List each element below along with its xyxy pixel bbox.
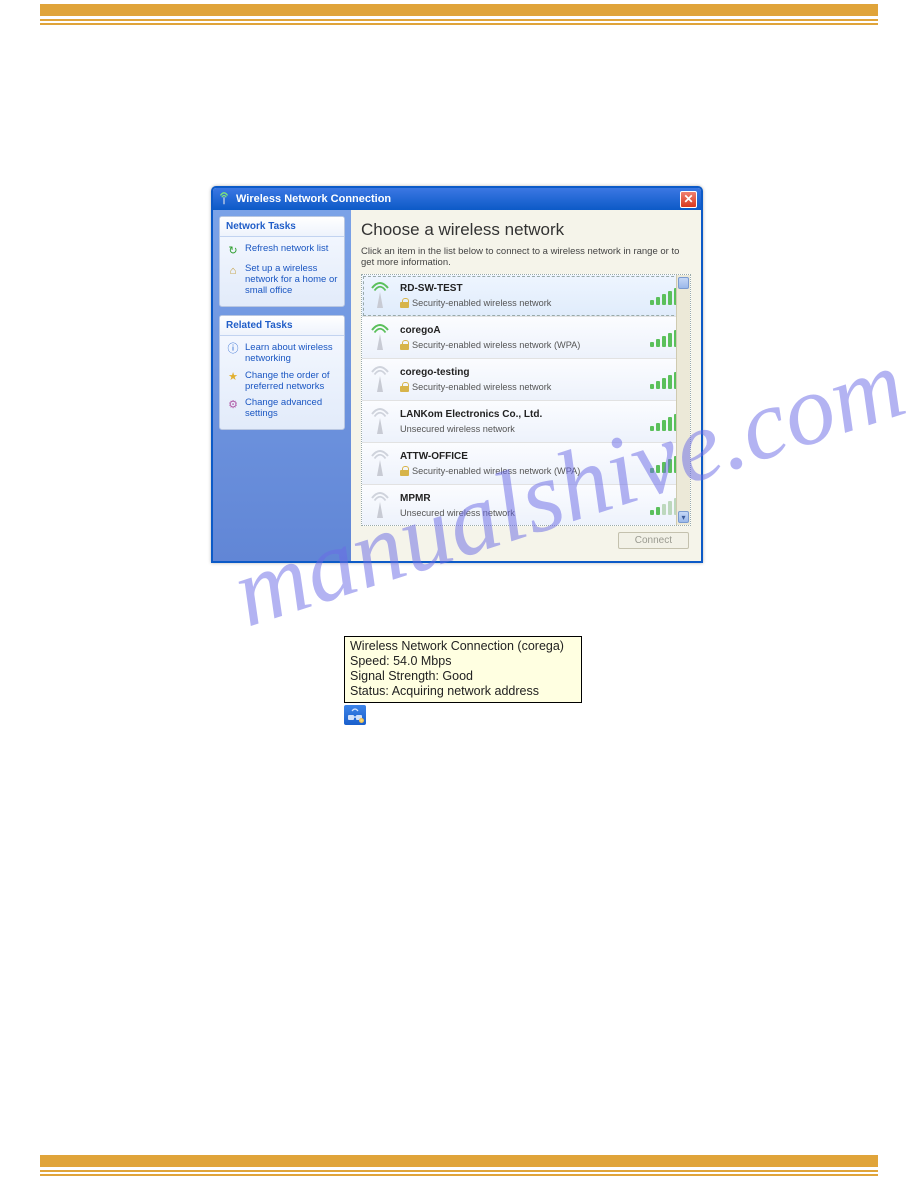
network-security: Security-enabled wireless network — [412, 382, 551, 392]
titlebar[interactable]: Wireless Network Connection ✕ — [213, 188, 701, 210]
scroll-down-button[interactable]: ▾ — [678, 511, 689, 523]
bottom-rule — [40, 1170, 878, 1176]
main-subtext: Click an item in the list below to conne… — [361, 246, 691, 268]
antenna-icon — [366, 281, 394, 311]
task-label: Refresh network list — [245, 244, 328, 258]
change-order-link[interactable]: ★ Change the order of preferred networks — [224, 368, 340, 396]
panel-header-related-tasks: Related Tasks — [220, 316, 344, 336]
task-label: Learn about wireless networking — [245, 343, 338, 365]
wireless-window: Wireless Network Connection ✕ Network Ta… — [211, 186, 703, 563]
top-bar — [40, 4, 878, 16]
antenna-icon — [366, 491, 394, 521]
network-item[interactable]: coregoA Security-enabled wireless networ… — [362, 317, 690, 359]
antenna-icon — [366, 323, 394, 353]
star-icon: ★ — [226, 371, 240, 385]
network-item[interactable]: RD-SW-TEST Security-enabled wireless net… — [362, 275, 690, 317]
network-item[interactable]: ATTW-OFFICE Security-enabled wireless ne… — [362, 443, 690, 485]
task-label: Change advanced settings — [245, 398, 338, 420]
setup-wireless-link[interactable]: ⌂ Set up a wireless network for a home o… — [224, 261, 340, 300]
network-security: Security-enabled wireless network (WPA) — [412, 340, 580, 350]
tooltip-line: Speed: 54.0 Mbps — [350, 654, 576, 669]
refresh-icon: ↻ — [226, 244, 240, 258]
task-label: Set up a wireless network for a home or … — [245, 264, 338, 297]
network-security: Unsecured wireless network — [400, 424, 515, 434]
scroll-thumb[interactable] — [678, 277, 689, 289]
tray-wireless-icon[interactable] — [344, 705, 366, 725]
status-dot-icon — [359, 718, 364, 723]
network-ssid: coregoA — [400, 325, 644, 336]
tray-tooltip: Wireless Network Connection (corega) Spe… — [344, 636, 582, 703]
connect-button[interactable]: Connect — [618, 532, 689, 549]
panel-header-network-tasks: Network Tasks — [220, 217, 344, 237]
network-ssid: ATTW-OFFICE — [400, 451, 644, 462]
network-ssid: RD-SW-TEST — [400, 283, 644, 294]
main-heading: Choose a wireless network — [361, 220, 691, 240]
network-security: Unsecured wireless network — [400, 508, 515, 518]
bottom-bar — [40, 1155, 878, 1167]
network-ssid: LANKom Electronics Co., Ltd. — [400, 409, 644, 420]
tooltip-line: Signal Strength: Good — [350, 669, 576, 684]
antenna-icon — [366, 407, 394, 437]
tooltip-line: Status: Acquiring network address — [350, 684, 576, 699]
refresh-network-list-link[interactable]: ↻ Refresh network list — [224, 241, 340, 261]
network-item[interactable]: corego-testing Security-enabled wireless… — [362, 359, 690, 401]
wireless-icon — [217, 192, 231, 206]
info-icon: ⓘ — [226, 343, 240, 357]
network-security: Security-enabled wireless network — [412, 298, 551, 308]
gear-icon: ⚙ — [226, 398, 240, 412]
sidebar: Network Tasks ↻ Refresh network list ⌂ S… — [213, 210, 351, 561]
lock-icon — [400, 298, 409, 308]
lock-icon — [400, 382, 409, 392]
scrollbar[interactable]: ▾ — [676, 275, 690, 525]
network-list: RD-SW-TEST Security-enabled wireless net… — [361, 274, 691, 526]
task-label: Change the order of preferred networks — [245, 371, 338, 393]
close-button[interactable]: ✕ — [680, 191, 697, 208]
antenna-icon — [366, 365, 394, 395]
antenna-icon — [366, 449, 394, 479]
network-item[interactable]: MPMR Unsecured wireless network — [362, 485, 690, 526]
learn-about-wireless-link[interactable]: ⓘ Learn about wireless networking — [224, 340, 340, 368]
network-ssid: corego-testing — [400, 367, 644, 378]
tooltip-line: Wireless Network Connection (corega) — [350, 639, 576, 654]
network-ssid: MPMR — [400, 493, 644, 504]
top-rule — [40, 19, 878, 25]
network-item[interactable]: LANKom Electronics Co., Ltd. Unsecured w… — [362, 401, 690, 443]
window-title: Wireless Network Connection — [236, 193, 391, 205]
network-security: Security-enabled wireless network (WPA) — [412, 466, 580, 476]
lock-icon — [400, 340, 409, 350]
setup-icon: ⌂ — [226, 264, 240, 278]
lock-icon — [400, 466, 409, 476]
change-advanced-link[interactable]: ⚙ Change advanced settings — [224, 395, 340, 423]
